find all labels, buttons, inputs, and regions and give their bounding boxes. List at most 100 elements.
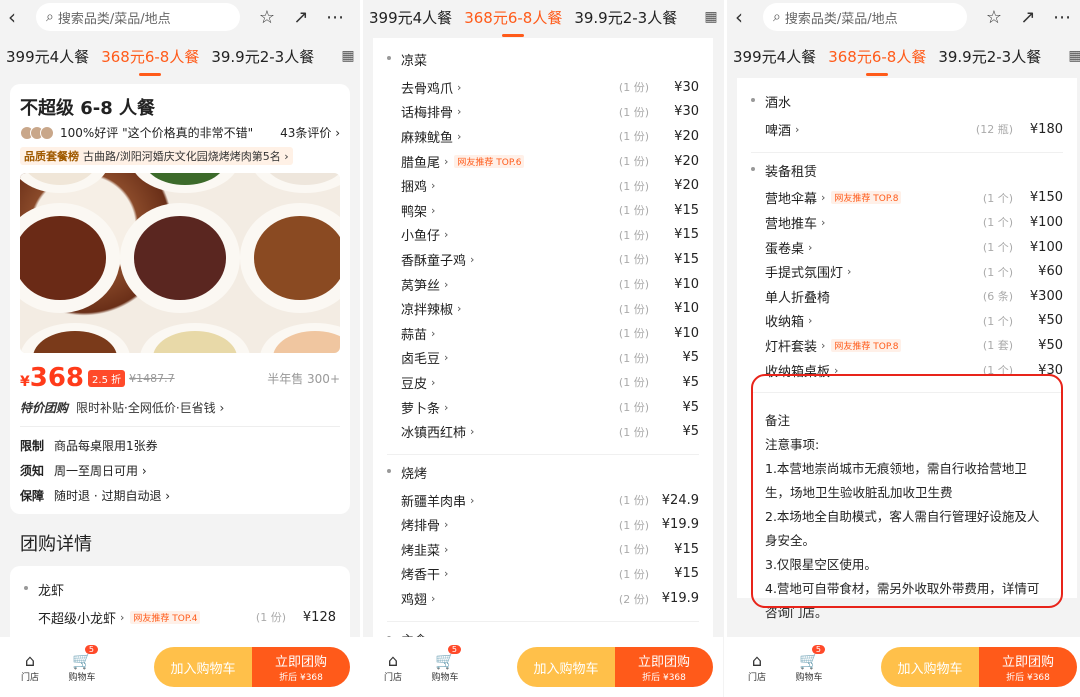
store-button[interactable]: ⌂ 门店: [373, 651, 413, 683]
menu-item[interactable]: 啤酒 › (12 瓶) ¥180: [751, 117, 1063, 142]
category-title: 酒水: [751, 92, 1063, 111]
chevron-right-icon: ›: [444, 351, 449, 365]
rule-row[interactable]: 须知 周一至周日可用 ›: [20, 462, 340, 479]
menu-item-name: 萝卜条: [401, 401, 441, 417]
menu-item[interactable]: 营地推车 › (1 个) ¥100: [751, 210, 1063, 235]
menu-item[interactable]: 鸡翅 › (2 份) ¥19.9: [387, 586, 699, 611]
add-to-cart-button[interactable]: 加入购物车: [881, 647, 979, 687]
menu-item[interactable]: 手提式氛围灯 › (1 个) ¥60: [751, 259, 1063, 284]
cart-button[interactable]: 🛒 5 购物车: [425, 645, 465, 683]
menu-item-qty: (1 份): [618, 130, 649, 144]
rule-row[interactable]: 保障 随时退 · 过期自动退 ›: [20, 487, 340, 504]
menu-item-name: 鸭架: [401, 204, 428, 220]
tab-package-1[interactable]: 399元4人餐: [363, 7, 458, 28]
buy-now-button[interactable]: 立即团购 折后 ¥368: [252, 647, 350, 687]
more-icon[interactable]: ⋯: [1045, 7, 1079, 28]
share-icon[interactable]: ↗: [284, 7, 318, 28]
cart-button[interactable]: 🛒 5 购物车: [789, 645, 829, 683]
menu-item[interactable]: 收纳箱 › (1 个) ¥50: [751, 309, 1063, 334]
deal-card: 不超级 6-8 人餐 100%好评 "这个价格真的非常不错" 43条评价 › 品…: [10, 84, 350, 514]
chevron-right-icon: ›: [431, 203, 436, 217]
menu-item[interactable]: 捆鸡 › (1 份) ¥20: [387, 173, 699, 198]
menu-item[interactable]: 去骨鸡爪 › (1 份) ¥30: [387, 75, 699, 100]
store-button[interactable]: ⌂ 门店: [737, 651, 777, 683]
tab-package-2[interactable]: 368元6-8人餐: [458, 7, 568, 28]
add-to-cart-button[interactable]: 加入购物车: [154, 647, 252, 687]
cart-button[interactable]: 🛒 5 购物车: [62, 645, 102, 683]
menu-item[interactable]: 烤排骨 › (1 份) ¥19.9: [387, 513, 699, 538]
menu-item-qty: (1 份): [618, 204, 649, 218]
menu-item-price: ¥100: [1029, 239, 1063, 255]
tab-package-1[interactable]: 399元4人餐: [727, 46, 822, 67]
menu-item[interactable]: 营地伞幕 › 网友推荐 TOP.8 (1 个) ¥150: [751, 186, 1063, 211]
menu-item-name: 蛋卷桌: [765, 241, 805, 257]
menu-item[interactable]: 不超级小龙虾 › 网友推荐 TOP.4 (1 份) ¥128: [24, 605, 336, 630]
menu-item[interactable]: 蛋卷桌 › (1 个) ¥100: [751, 235, 1063, 260]
rank-label: 品质套餐榜: [24, 150, 79, 163]
grid-icon[interactable]: ▦: [336, 34, 360, 78]
menu-item[interactable]: 腊鱼尾 › 网友推荐 TOP.6 (1 份) ¥20: [387, 149, 699, 174]
cart-count-badge: 5: [447, 645, 461, 654]
promo-text: 限时补贴·全网低价·巨省钱 ›: [76, 401, 225, 415]
menu-item[interactable]: 萝卜条 › (1 份) ¥5: [387, 395, 699, 420]
search-input[interactable]: ⌕ 搜索品类/菜品/地点: [763, 3, 967, 31]
tab-package-3[interactable]: 39.9元2-3人餐: [205, 46, 320, 67]
tab-package-1[interactable]: 399元4人餐: [0, 46, 95, 67]
menu-item-price: ¥15: [674, 227, 699, 243]
recommend-tag: 网友推荐 TOP.6: [454, 154, 525, 168]
menu-item-price: ¥100: [1029, 214, 1063, 230]
menu-item[interactable]: 莴笋丝 › (1 份) ¥10: [387, 272, 699, 297]
plate-image: [20, 323, 130, 353]
cart-count-badge: 5: [811, 645, 825, 654]
reviews-link[interactable]: 43条评价 ›: [280, 124, 340, 141]
menu-item[interactable]: 蒜苗 › (1 份) ¥10: [387, 321, 699, 346]
menu-item-price: ¥60: [1038, 264, 1063, 280]
rank-badge[interactable]: 品质套餐榜 古曲路/浏阳河婚庆文化园烧烤烤肉第5名 ›: [20, 147, 293, 165]
menu-item[interactable]: 新疆羊肉串 › (1 份) ¥24.9: [387, 488, 699, 513]
search-input[interactable]: ⌕ 搜索品类/菜品/地点: [36, 3, 240, 31]
buy-now-button[interactable]: 立即团购 折后 ¥368: [979, 647, 1077, 687]
menu-item[interactable]: 小鱼仔 › (1 份) ¥15: [387, 223, 699, 248]
chevron-right-icon: ›: [821, 191, 826, 205]
menu-item[interactable]: 麻辣鱿鱼 › (1 份) ¥20: [387, 124, 699, 149]
tab-package-2[interactable]: 368元6-8人餐: [822, 46, 932, 67]
menu-item[interactable]: 单人折叠椅 (6 条) ¥300: [751, 284, 1063, 309]
menu-item[interactable]: 烤韭菜 › (1 份) ¥15: [387, 537, 699, 562]
menu-item[interactable]: 烤香干 › (1 份) ¥15: [387, 562, 699, 587]
menu-item[interactable]: 豆皮 › (1 份) ¥5: [387, 370, 699, 395]
share-icon[interactable]: ↗: [1011, 7, 1045, 28]
chevron-right-icon: ›: [444, 154, 449, 168]
menu-item[interactable]: 香酥童子鸡 › (1 份) ¥15: [387, 247, 699, 272]
grid-icon[interactable]: ▦: [1063, 34, 1080, 78]
buy-now-button[interactable]: 立即团购 折后 ¥368: [615, 647, 713, 687]
more-icon[interactable]: ⋯: [318, 7, 352, 28]
highlight-annotation-box: [751, 374, 1063, 608]
deal-photo[interactable]: [20, 173, 340, 353]
store-button[interactable]: ⌂ 门店: [10, 651, 50, 683]
promo-row[interactable]: 特价团购 限时补贴·全网低价·巨省钱 ›: [20, 399, 340, 416]
favorite-star-icon[interactable]: ☆: [977, 7, 1011, 28]
back-arrow-icon[interactable]: ‹: [8, 5, 30, 29]
menu-item-price: ¥30: [674, 79, 699, 95]
menu-item[interactable]: 冰镇西红柿 › (1 份) ¥5: [387, 419, 699, 444]
tab-package-3[interactable]: 39.9元2-3人餐: [932, 46, 1047, 67]
menu-item[interactable]: 鸭架 › (1 份) ¥15: [387, 198, 699, 223]
favorite-star-icon[interactable]: ☆: [250, 7, 284, 28]
menu-item-price: ¥15: [674, 202, 699, 218]
tab-package-3[interactable]: 39.9元2-3人餐: [568, 7, 683, 28]
back-arrow-icon[interactable]: ‹: [735, 5, 757, 29]
menu-item[interactable]: 卤毛豆 › (1 份) ¥5: [387, 346, 699, 371]
tab-package-2[interactable]: 368元6-8人餐: [95, 46, 205, 67]
grid-icon[interactable]: ▦: [699, 0, 723, 34]
menu-item[interactable]: 凉拌辣椒 › (1 份) ¥10: [387, 296, 699, 321]
menu-item-qty: (1 份): [618, 351, 649, 365]
add-to-cart-button[interactable]: 加入购物车: [517, 647, 615, 687]
bottom-bar: ⌂ 门店 🛒 5 购物车 加入购物车 立即团购 折后 ¥368: [363, 637, 723, 697]
menu-item-price: ¥5: [682, 350, 699, 366]
menu-item-qty: (1 个): [982, 314, 1013, 328]
menu-item-qty: (1 份): [618, 327, 649, 341]
package-tabs: 399元4人餐 368元6-8人餐 39.9元2-3人餐 ▦: [0, 34, 360, 78]
menu-item[interactable]: 灯杆套装 › 网友推荐 TOP.8 (1 套) ¥50: [751, 333, 1063, 358]
menu-item[interactable]: 话梅排骨 › (1 份) ¥30: [387, 100, 699, 125]
menu-item-price: ¥19.9: [661, 517, 699, 533]
